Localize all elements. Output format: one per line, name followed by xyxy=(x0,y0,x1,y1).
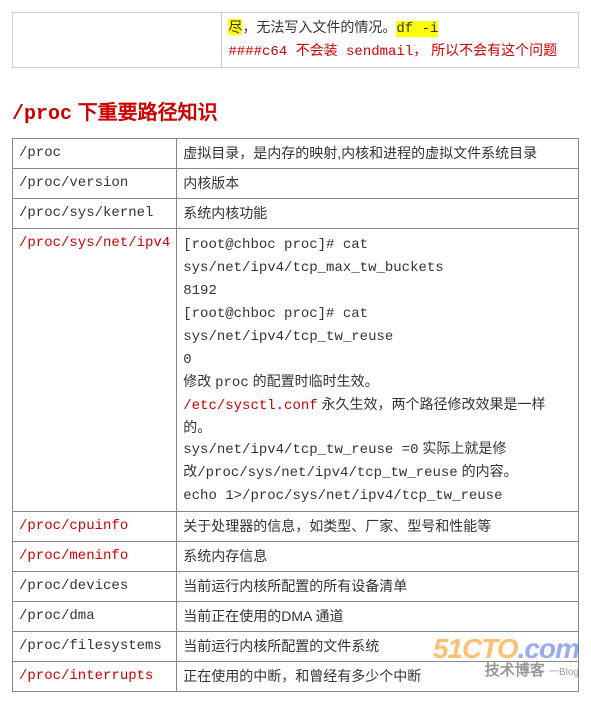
heading-rest: 下重要路径知识 xyxy=(72,102,218,124)
table-row: /proc/sys/net/ipv4 [root@chboc proc]# ca… xyxy=(13,229,579,512)
inline-code: sys/net/ipv4/tcp_tw_reuse =0 xyxy=(183,442,418,458)
desc-cell: 关于处理器的信息，如类型、厂家、型号和性能等 xyxy=(177,512,579,542)
table-row: /proc/sys/kernel 系统内核功能 xyxy=(13,199,579,229)
table-row: /proc/version 内核版本 xyxy=(13,169,579,199)
desc-cell: 当前正在使用的DMA 通道 xyxy=(177,602,579,632)
top-note-table: 尽，无法写入文件的情况。df -i ####c64 不会装 sendmail， … xyxy=(12,12,579,68)
table-row: /proc/interrupts 正在使用的中断，和曾经有多少个中断 xyxy=(13,662,579,692)
table-row: /proc/meninfo 系统内存信息 xyxy=(13,542,579,572)
desc-cell: 系统内存信息 xyxy=(177,542,579,572)
path-cell: /proc/sys/net/ipv4 xyxy=(13,229,177,512)
top-note-right: 尽，无法写入文件的情况。df -i ####c64 不会装 sendmail， … xyxy=(222,13,579,68)
top-note-red-a: ####c64 不会装 sendmail， xyxy=(228,44,427,60)
inline-code: /proc/sys/net/ipv4/tcp_tw_reuse xyxy=(197,465,457,481)
desc-cell: 正在使用的中断，和曾经有多少个中断 xyxy=(177,662,579,692)
table-row: /proc/filesystems 当前运行内核所配置的文件系统 xyxy=(13,632,579,662)
cmd-line: 8192 xyxy=(183,283,217,299)
table-row: /proc 虚拟目录，是内存的映射,内核和进程的虚拟文件系统目录 xyxy=(13,139,579,169)
top-note-text1: ，无法写入文件的情况。 xyxy=(242,19,396,35)
cmd-line: [root@chboc proc]# cat sys/net/ipv4/tcp_… xyxy=(183,237,443,276)
path-cell: /proc/devices xyxy=(13,572,177,602)
desc-cell: 内核版本 xyxy=(177,169,579,199)
path-cell: /proc/meninfo xyxy=(13,542,177,572)
table-row: /proc/dma 当前正在使用的DMA 通道 xyxy=(13,602,579,632)
path-cell: /proc/sys/kernel xyxy=(13,199,177,229)
desc-cell: [root@chboc proc]# cat sys/net/ipv4/tcp_… xyxy=(177,229,579,512)
top-note-left xyxy=(13,13,222,68)
section-heading: /proc 下重要路径知识 xyxy=(12,98,579,130)
desc-cell: 系统内核功能 xyxy=(177,199,579,229)
cmd-line: echo 1>/proc/sys/net/ipv4/tcp_tw_reuse xyxy=(183,488,502,504)
desc-cell: 虚拟目录，是内存的映射,内核和进程的虚拟文件系统目录 xyxy=(177,139,579,169)
desc-text: 修改 xyxy=(183,373,215,389)
path-cell: /proc/dma xyxy=(13,602,177,632)
hl-jin: 尽 xyxy=(228,19,242,35)
table-row: /proc/devices 当前运行内核所配置的所有设备清单 xyxy=(13,572,579,602)
path-cell: /proc/interrupts xyxy=(13,662,177,692)
desc-text: 的配置时临时生效。 xyxy=(249,373,379,389)
table-row: /proc/cpuinfo 关于处理器的信息，如类型、厂家、型号和性能等 xyxy=(13,512,579,542)
desc-cell: 当前运行内核所配置的文件系统 xyxy=(177,632,579,662)
desc-text: 的内容。 xyxy=(458,463,518,479)
cmd-line: 0 xyxy=(183,352,191,368)
df-i-code: df -i xyxy=(396,21,438,37)
path-cell: /proc xyxy=(13,139,177,169)
inline-code-red: /etc/sysctl.conf xyxy=(183,398,317,414)
inline-code: proc xyxy=(215,375,249,391)
path-cell: /proc/version xyxy=(13,169,177,199)
desc-cell: 当前运行内核所配置的所有设备清单 xyxy=(177,572,579,602)
cmd-line: [root@chboc proc]# cat sys/net/ipv4/tcp_… xyxy=(183,306,393,345)
heading-code: /proc xyxy=(12,103,72,126)
top-note-red-b: 所以不会有这个问题 xyxy=(431,42,557,58)
path-cell: /proc/cpuinfo xyxy=(13,512,177,542)
path-cell: /proc/filesystems xyxy=(13,632,177,662)
